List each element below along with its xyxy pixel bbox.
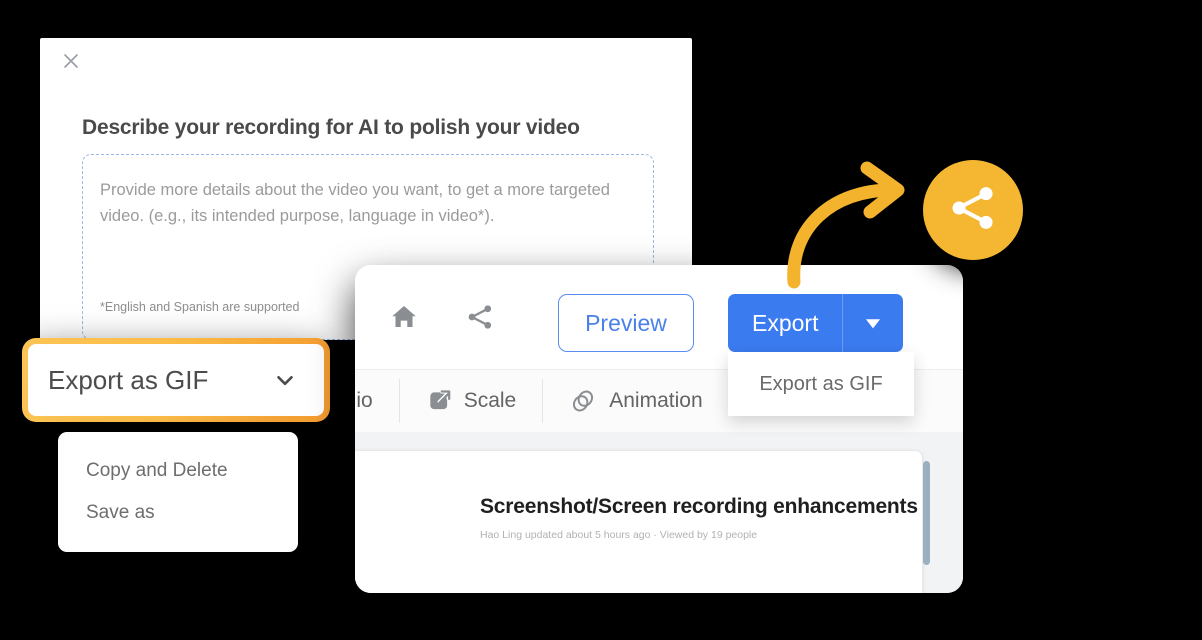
document-meta: Hao Ling updated about 5 hours ago · Vie… bbox=[480, 529, 758, 541]
document-title: Screenshot/Screen recording enhancements bbox=[480, 495, 918, 518]
scale-icon bbox=[426, 388, 452, 414]
page-title: Describe your recording for AI to polish… bbox=[82, 116, 580, 139]
tab-scale-label: Scale bbox=[463, 389, 517, 412]
share-icon bbox=[946, 181, 1000, 240]
export-as-gif-select[interactable]: Export as GIF bbox=[22, 338, 330, 422]
caret-down-icon[interactable] bbox=[843, 294, 904, 352]
preview-button-label: Preview bbox=[585, 309, 667, 336]
tab-audio-label: udio bbox=[355, 389, 373, 412]
share-fab-button[interactable] bbox=[923, 160, 1023, 260]
document-scrollbar[interactable] bbox=[923, 461, 930, 565]
screenshot-collage: Describe your recording for AI to polish… bbox=[0, 0, 1202, 640]
home-icon[interactable] bbox=[381, 294, 427, 340]
export-button-label: Export bbox=[752, 309, 819, 336]
language-support-note: *English and Spanish are supported bbox=[100, 300, 300, 314]
tab-scale[interactable]: Scale bbox=[398, 379, 543, 423]
editor-panel: Preview Export udio bbox=[355, 265, 963, 593]
textarea-placeholder: Provide more details about the video you… bbox=[100, 181, 610, 225]
export-button[interactable]: Export bbox=[728, 294, 844, 352]
export-button-group: Export bbox=[728, 294, 904, 352]
context-menu: Copy and Delete Save as bbox=[58, 432, 298, 552]
tab-animation[interactable]: Animation bbox=[542, 379, 728, 423]
tab-audio[interactable]: udio bbox=[355, 379, 399, 423]
menu-item-label: Save as bbox=[86, 502, 155, 523]
editor-panel-clip: Preview Export udio bbox=[355, 265, 963, 593]
export-dropdown-menu: Export as GIF bbox=[728, 352, 914, 416]
export-as-gif-label: Export as GIF bbox=[48, 364, 209, 395]
chevron-down-icon bbox=[272, 367, 298, 393]
animation-icon bbox=[569, 387, 597, 415]
export-as-gif-select-wrapper: Export as GIF bbox=[22, 338, 330, 422]
menu-item-save-as[interactable]: Save as bbox=[58, 492, 298, 534]
menu-item-copy-and-delete[interactable]: Copy and Delete bbox=[58, 450, 298, 492]
menu-item-label: Copy and Delete bbox=[86, 460, 228, 481]
preview-button[interactable]: Preview bbox=[558, 294, 694, 352]
tab-animation-label: Animation bbox=[609, 389, 703, 412]
document-preview-area: tents Screenshot/Screen recording enhanc… bbox=[355, 432, 963, 593]
close-icon[interactable] bbox=[58, 48, 84, 74]
document-card: tents Screenshot/Screen recording enhanc… bbox=[355, 450, 930, 593]
menu-item-export-as-gif[interactable]: Export as GIF bbox=[759, 373, 882, 396]
share-icon[interactable] bbox=[457, 294, 503, 340]
